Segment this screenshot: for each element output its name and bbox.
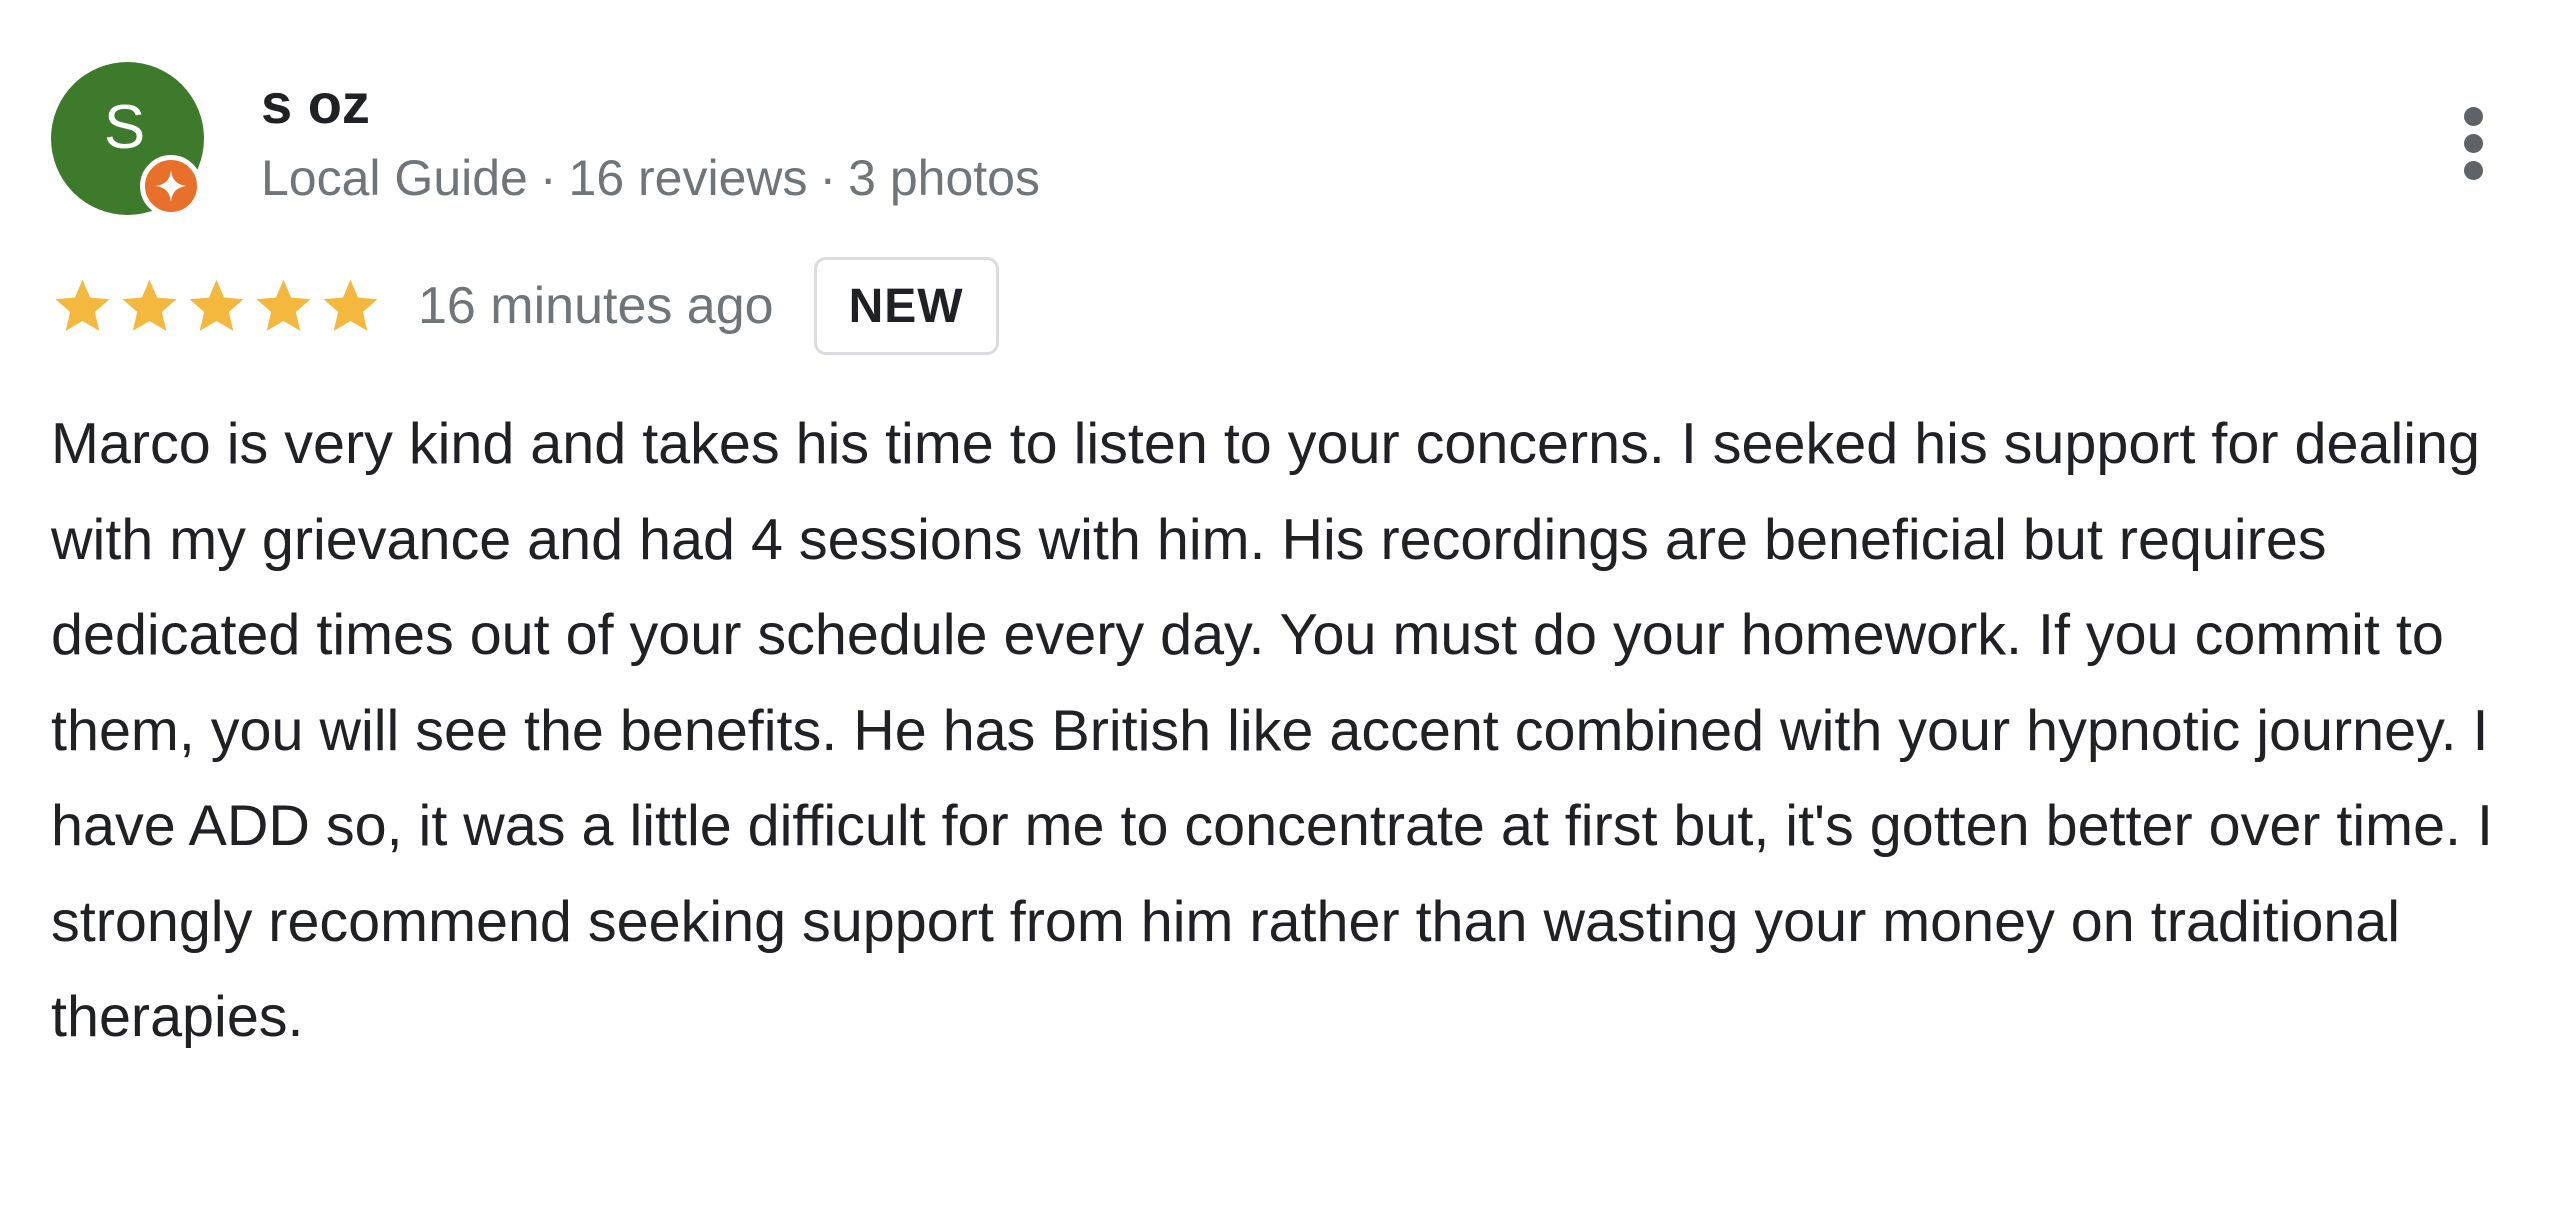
new-badge: NEW <box>813 257 999 355</box>
more-vertical-icon-dot <box>2463 160 2483 180</box>
star-icon <box>122 279 177 331</box>
more-vertical-icon-dot <box>2463 133 2483 153</box>
local-guide-label: Local Guide <box>261 150 528 206</box>
star-icon <box>189 279 244 331</box>
review-text: Marco is very kind and takes his time to… <box>51 412 2493 1049</box>
review-time: 16 minutes ago <box>418 277 774 335</box>
star-icon <box>323 279 378 331</box>
photo-count: 3 photos <box>848 150 1040 206</box>
sparkle-icon <box>155 170 187 202</box>
review-card: S s oz Local Guide · 16 reviews · 3 phot… <box>0 0 2560 1213</box>
star-icon <box>256 279 311 331</box>
review-count: 16 reviews <box>568 150 808 206</box>
reviewer-name[interactable]: s oz <box>261 72 370 136</box>
more-vertical-icon <box>2463 106 2483 126</box>
meta-separator: · <box>819 150 837 206</box>
more-options-button[interactable] <box>2440 88 2506 198</box>
local-guide-icon <box>140 155 202 217</box>
star-rating <box>51 275 382 338</box>
rating-row: 16 minutes ago NEW <box>51 254 999 358</box>
meta-separator: · <box>539 150 557 206</box>
reviewer-meta: Local Guide · 16 reviews · 3 photos <box>261 148 1040 208</box>
star-icon <box>55 279 110 331</box>
